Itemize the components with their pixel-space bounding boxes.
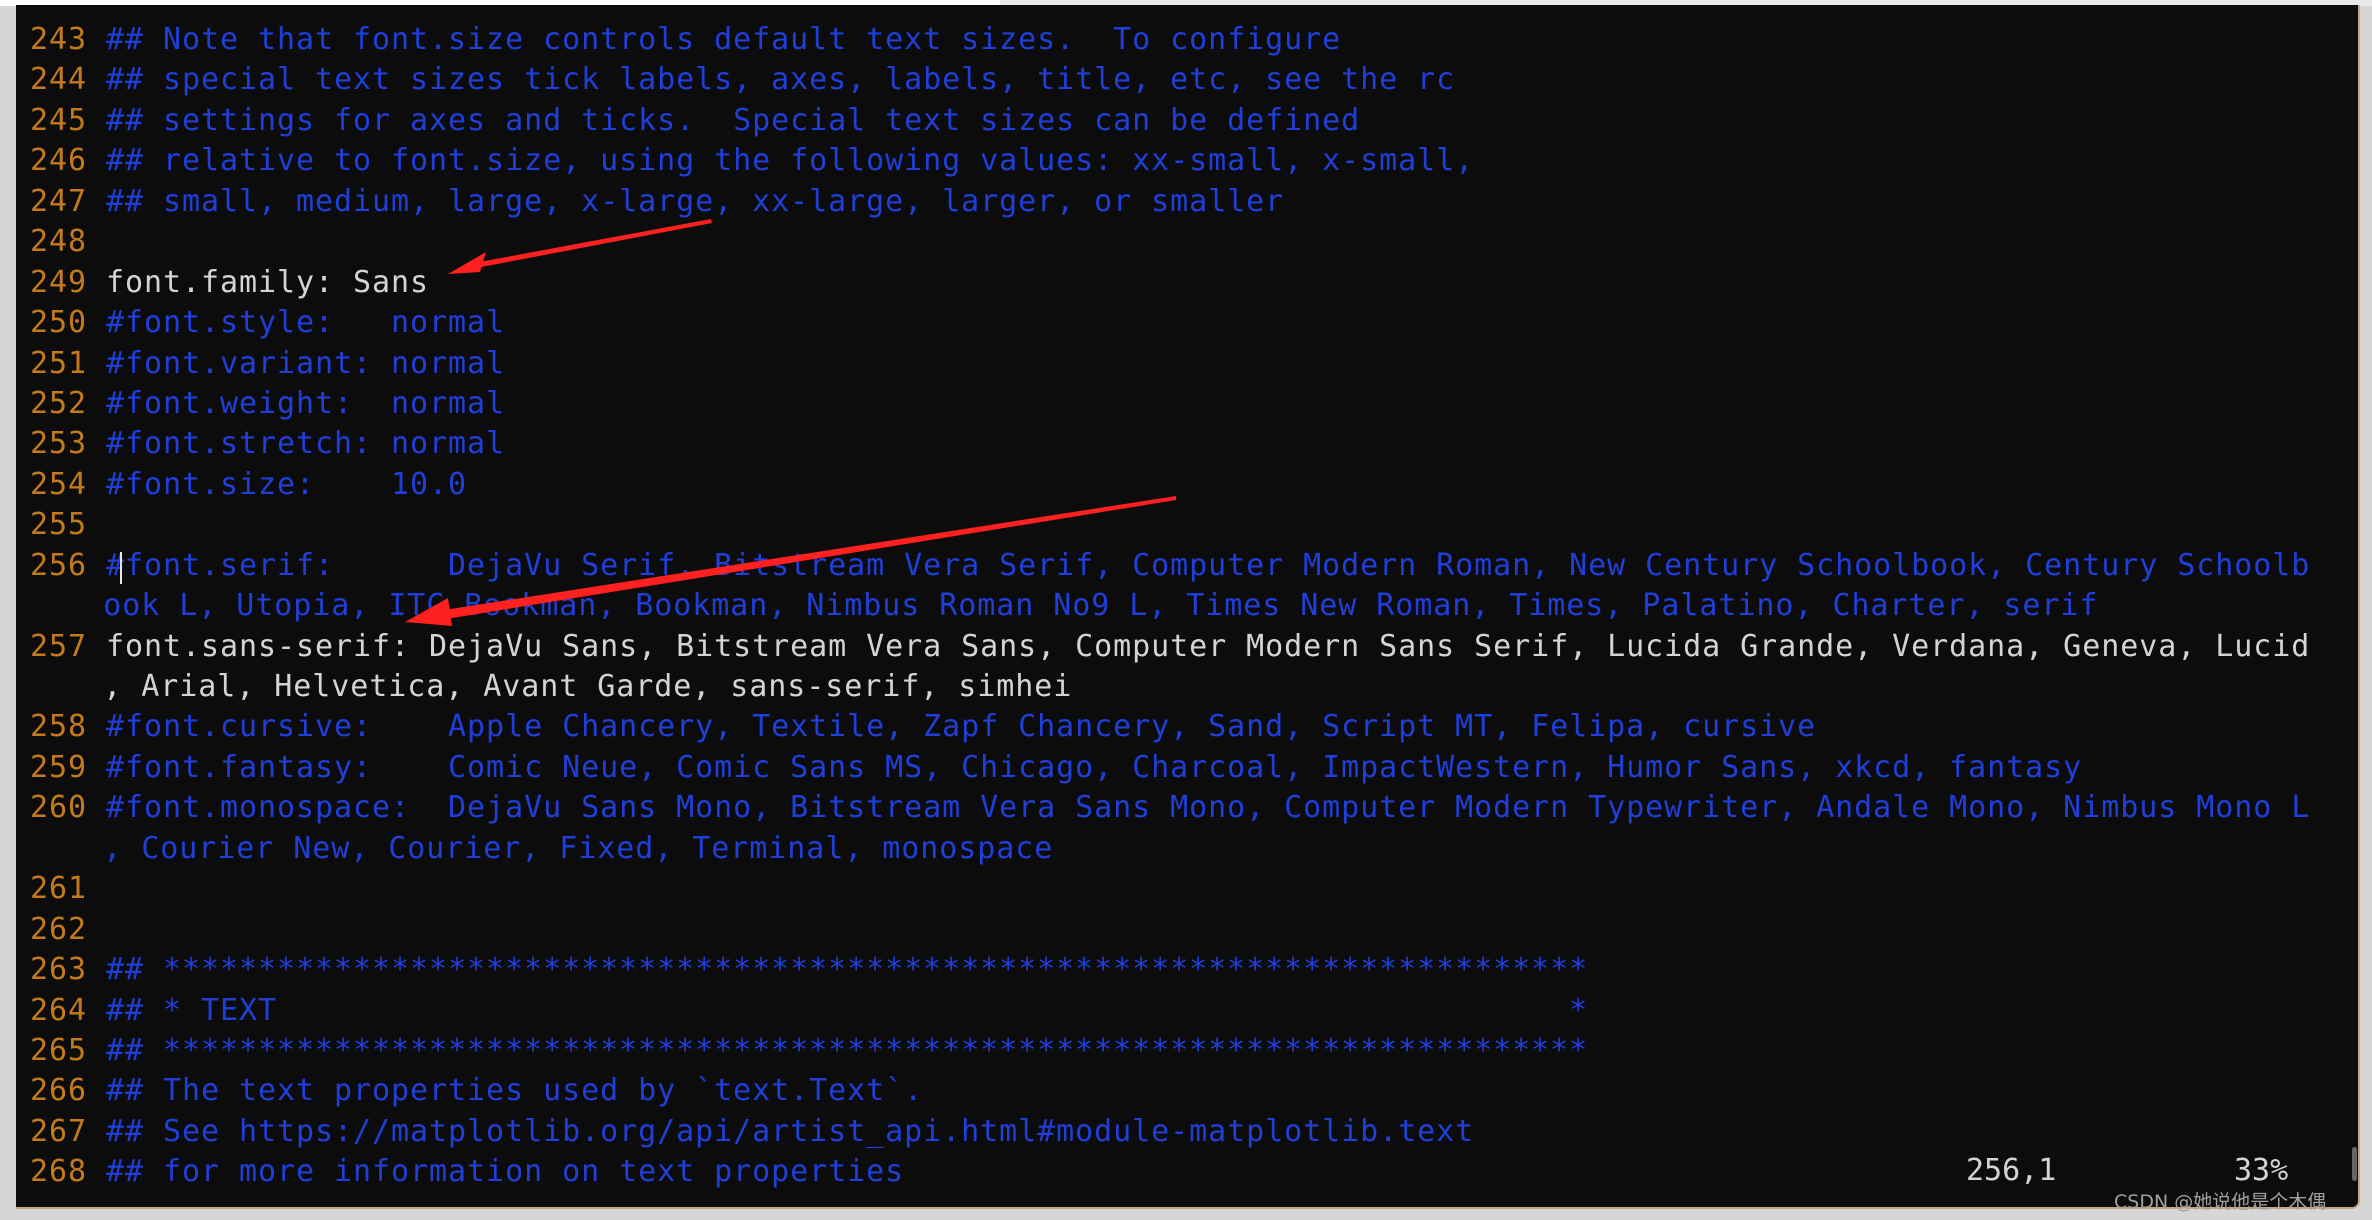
- annotation-arrows: [405, 219, 1176, 626]
- arrow-icon-font-family: [448, 219, 712, 274]
- arrow-icon-font-sans-serif: [405, 496, 1176, 626]
